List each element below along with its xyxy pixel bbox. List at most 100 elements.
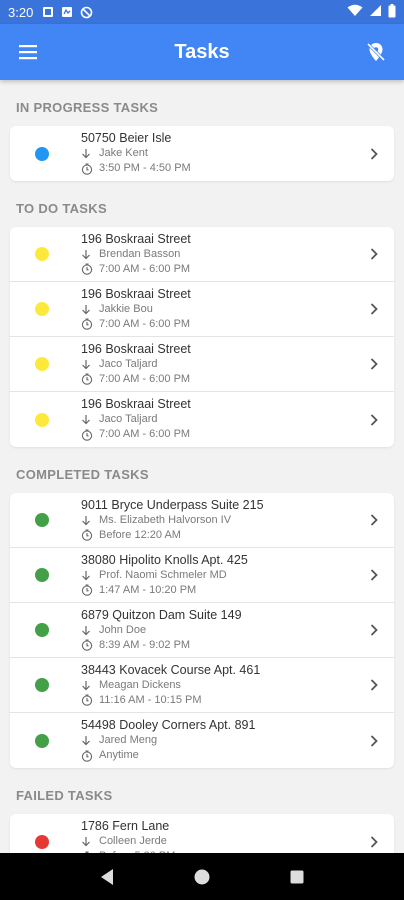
stopwatch-icon — [81, 263, 97, 275]
task-time: 11:16 AM - 10:15 PM — [81, 693, 354, 708]
arrow-down-icon — [81, 625, 97, 636]
task-assignee: Jaco Taljard — [81, 357, 354, 372]
task-row[interactable]: 50750 Beier Isle Jake Kent 3:50 PM - 4:50 … — [10, 126, 394, 181]
assignee-name: Ms. Elizabeth Halvorson IV — [99, 513, 232, 526]
task-info: 50750 Beier Isle Jake Kent 3:50 PM - 4:50 … — [81, 131, 354, 176]
assignee-name: John Doe — [99, 623, 147, 636]
chevron-right-icon[interactable] — [354, 247, 394, 261]
battery-icon — [388, 3, 396, 21]
location-off-icon[interactable] — [348, 24, 404, 80]
arrow-down-icon — [81, 735, 97, 746]
task-assignee: Colleen Jerde — [81, 834, 354, 849]
task-address: 50750 Beier Isle — [81, 131, 172, 145]
chevron-right-icon[interactable] — [354, 413, 394, 427]
task-row[interactable]: 196 Boskraai Street Jaco Taljard 7:00 AM -… — [10, 392, 394, 447]
task-row[interactable]: 196 Boskraai Street Jakkie Bou 7:00 AM - 6… — [10, 282, 394, 337]
chevron-right-icon[interactable] — [354, 302, 394, 316]
stopwatch-icon — [81, 373, 97, 385]
chevron-right-icon[interactable] — [354, 147, 394, 161]
sync-icon — [79, 5, 93, 19]
task-row[interactable]: 54498 Dooley Corners Apt. 891 Jared Meng A… — [10, 713, 394, 768]
time-window: 7:00 AM - 6:00 PM — [99, 372, 191, 385]
app-bar: Tasks — [0, 24, 404, 80]
task-assignee: Jake Kent — [81, 146, 354, 161]
status-dot — [35, 733, 49, 748]
task-assignee: John Doe — [81, 623, 354, 638]
task-row[interactable]: 1786 Fern LaneColleen JerdeBefore 5:30 P… — [10, 814, 394, 853]
task-row[interactable]: 38443 Kovacek Course Apt. 461 Meagan Dick… — [10, 658, 394, 713]
arrow-down-icon — [81, 359, 97, 370]
task-info: 196 Boskraai Street Jaco Taljard 7:00 AM -… — [81, 397, 354, 442]
status-dot — [35, 357, 49, 371]
task-card: 1786 Fern LaneColleen JerdeBefore 5:30 P… — [10, 814, 394, 853]
assignee-name: Jaco Taljard — [99, 413, 158, 425]
arrow-down-icon — [81, 515, 97, 526]
chevron-right-icon[interactable] — [354, 678, 394, 692]
task-time: 1:47 AM - 10:20 PM — [81, 583, 354, 598]
chevron-right-icon[interactable] — [354, 568, 394, 582]
assignee-name: Jared Meng — [99, 734, 158, 746]
task-info: 196 Boskraai Street Jakkie Bou 7:00 AM - 6… — [81, 287, 354, 332]
task-assignee: Jakkie Bou — [81, 302, 354, 317]
stopwatch-icon — [81, 584, 97, 596]
assignee-name: Colleen Jerde — [99, 835, 167, 847]
stopwatch-icon — [81, 529, 97, 541]
status-dot — [35, 834, 49, 849]
task-row[interactable]: 196 Boskraai Street Jaco Taljard 7:00 AM -… — [10, 337, 394, 392]
task-row[interactable]: 9011 Bryce Underpass Suite 215 Ms. Elizab… — [10, 493, 394, 548]
task-card: 9011 Bryce Underpass Suite 215 Ms. Elizab… — [10, 493, 394, 768]
hamburger-icon[interactable] — [0, 24, 56, 80]
task-time: Anytime — [81, 748, 354, 763]
task-row[interactable]: 196 Boskraai Street Brendan Basson 7:00 AM… — [10, 227, 394, 282]
assignee-name: Brendan Basson — [99, 247, 181, 260]
chevron-right-icon[interactable] — [354, 513, 394, 527]
section-title: FAILED TASKS — [16, 788, 113, 803]
home-icon[interactable] — [190, 865, 214, 889]
chevron-right-icon[interactable] — [354, 623, 394, 637]
assignee-name: Jake Kent — [99, 147, 148, 159]
arrow-down-icon — [81, 249, 97, 260]
task-address: 38080 Hipolito Knolls Apt. 425 — [81, 552, 248, 567]
arrow-down-icon — [81, 680, 97, 691]
notification-icon — [60, 5, 74, 19]
stopwatch-icon — [81, 318, 97, 330]
task-time: 8:39 AM - 9:02 PM — [81, 638, 354, 653]
task-time: 3:50 PM - 4:50 PM — [81, 161, 354, 176]
section-title: COMPLETED TASKS — [16, 467, 149, 482]
task-address: 54498 Dooley Corners Apt. 891 — [81, 718, 256, 732]
time-window: 1:47 AM - 10:20 PM — [99, 583, 197, 596]
task-card: 196 Boskraai Street Brendan Basson 7:00 AM… — [10, 227, 394, 447]
recents-icon[interactable] — [285, 865, 309, 889]
task-row[interactable]: 38080 Hipolito Knolls Apt. 425 Prof. Naom… — [10, 548, 394, 603]
chevron-right-icon[interactable] — [354, 734, 394, 748]
arrow-down-icon — [81, 836, 97, 847]
time-window: 7:00 AM - 6:00 PM — [99, 428, 191, 440]
section-title: TO DO TASKS — [16, 201, 107, 216]
time-window: Anytime — [99, 749, 139, 761]
status-dot — [35, 568, 49, 582]
task-time: 7:00 AM - 6:00 PM — [81, 372, 354, 387]
status-dot — [35, 146, 49, 161]
task-assignee: Meagan Dickens — [81, 678, 354, 693]
page-title: Tasks — [174, 40, 230, 63]
task-info: 38443 Kovacek Course Apt. 461 Meagan Dick… — [81, 663, 354, 708]
task-time: 7:00 AM - 6:00 PM — [81, 317, 354, 332]
status-dot — [35, 412, 49, 427]
chevron-right-icon[interactable] — [354, 357, 394, 371]
task-info: 1786 Fern LaneColleen JerdeBefore 5:30 P… — [81, 819, 354, 853]
section-title: IN PROGRESS TASKS — [16, 100, 159, 115]
task-assignee: Prof. Naomi Schmeler MD — [81, 568, 354, 583]
stopwatch-icon — [81, 694, 97, 706]
status-dot — [35, 302, 49, 316]
task-row[interactable]: 6879 Quitzon Dam Suite 149 John Doe 8:39 A… — [10, 603, 394, 658]
status-dot — [35, 623, 49, 637]
task-info: 6879 Quitzon Dam Suite 149 John Doe 8:39 A… — [81, 608, 354, 653]
chevron-right-icon[interactable] — [354, 835, 394, 849]
time-window: 7:00 AM - 6:00 PM — [99, 262, 191, 275]
arrow-down-icon — [81, 414, 97, 425]
assignee-name: Meagan Dickens — [99, 678, 181, 691]
status-dot — [35, 513, 49, 527]
task-info: 196 Boskraai Street Jaco Taljard 7:00 AM -… — [81, 342, 354, 387]
back-icon[interactable] — [95, 865, 119, 889]
task-card: 50750 Beier Isle Jake Kent 3:50 PM - 4:50 … — [10, 126, 394, 181]
